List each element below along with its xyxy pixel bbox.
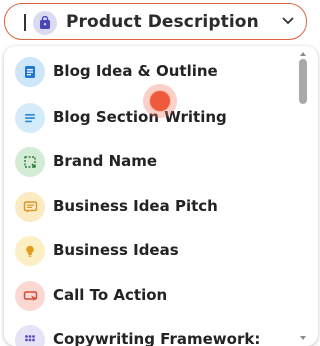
- chevron-down-icon[interactable]: [282, 17, 294, 25]
- scroll-down-arrow-icon[interactable]: [299, 334, 307, 342]
- option-label: Business Ideas: [53, 241, 179, 259]
- frame-icon: [15, 147, 45, 177]
- cta-icon: [15, 281, 45, 311]
- scrollbar-thumb[interactable]: [299, 59, 307, 104]
- bulb-icon: [15, 236, 45, 266]
- option-call-to-action[interactable]: Call To Action: [15, 281, 305, 311]
- option-label: Brand Name: [53, 152, 158, 170]
- option-brand-name[interactable]: Brand Name: [15, 147, 305, 177]
- selected-value: Product Description: [66, 12, 259, 32]
- option-label: Blog Section Writing: [53, 108, 227, 126]
- option-label: Call To Action: [53, 286, 168, 304]
- chat-icon: [15, 192, 45, 222]
- option-business-ideas[interactable]: Business Ideas: [15, 236, 305, 266]
- touch-indicator: [143, 84, 177, 118]
- option-blog-idea-outline[interactable]: Blog Idea & Outline: [15, 57, 305, 87]
- doc-icon: [15, 57, 45, 87]
- template-select[interactable]: Product Description: [4, 3, 307, 40]
- option-copywriting-framework[interactable]: Copywriting Framework:: [15, 325, 305, 346]
- scroll-up-arrow-icon[interactable]: [299, 50, 307, 58]
- text-caret: [24, 14, 26, 31]
- option-label: Business Idea Pitch: [53, 197, 218, 215]
- option-label: Blog Idea & Outline: [53, 62, 218, 80]
- grid-icon: [15, 325, 45, 346]
- option-business-idea-pitch[interactable]: Business Idea Pitch: [15, 192, 305, 222]
- lines-icon: [15, 103, 45, 133]
- bag-icon: [33, 11, 57, 35]
